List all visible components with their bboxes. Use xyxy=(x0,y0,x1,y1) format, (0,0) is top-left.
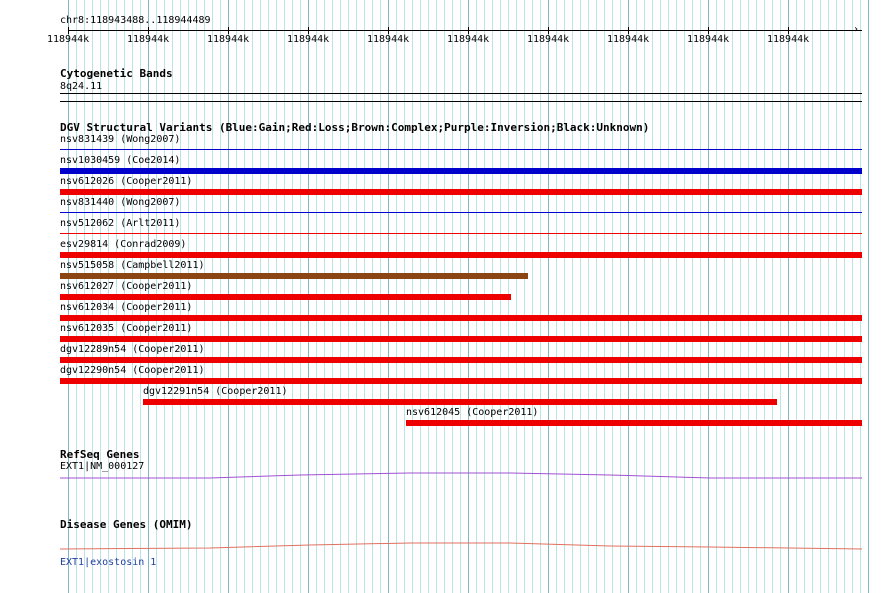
dgv-feature-bar[interactable] xyxy=(60,189,862,195)
dgv-feature-label[interactable]: nsv1030459 (Coe2014) xyxy=(60,155,180,166)
dgv-feature-label[interactable]: nsv612027 (Cooper2011) xyxy=(60,281,192,292)
ruler-tick-label: 118944k xyxy=(687,34,730,45)
ruler-tick xyxy=(388,27,389,34)
ruler-tick xyxy=(628,27,629,34)
ruler-tick xyxy=(468,27,469,34)
dgv-feature-bar[interactable] xyxy=(60,378,862,384)
dgv-feature-label[interactable]: dgv12291n54 (Cooper2011) xyxy=(143,386,288,397)
ruler-tick xyxy=(308,27,309,34)
dgv-feature-bar[interactable] xyxy=(406,420,862,426)
ruler-tick xyxy=(68,27,69,34)
dgv-feature-label[interactable]: dgv12289n54 (Cooper2011) xyxy=(60,344,205,355)
ruler-tick xyxy=(788,27,789,34)
dgv-feature-label[interactable]: nsv612035 (Cooper2011) xyxy=(60,323,192,334)
ruler-tick-label: 118944k xyxy=(607,34,650,45)
dgv-feature-bar[interactable] xyxy=(60,168,862,174)
ruler-tick-label: 118944k xyxy=(287,34,330,45)
dgv-feature-bar[interactable] xyxy=(60,252,862,258)
ruler-tick xyxy=(548,27,549,34)
dgv-feature-label[interactable]: nsv831440 (Wong2007) xyxy=(60,197,180,208)
omim-track-title: Disease Genes (OMIM) xyxy=(60,518,193,531)
ruler-tick-label: 118944k xyxy=(47,34,90,45)
ruler-tick xyxy=(148,27,149,34)
dgv-feature-bar[interactable] xyxy=(60,212,862,213)
dgv-feature-label[interactable]: nsv512062 (Arlt2011) xyxy=(60,218,180,229)
dgv-feature-bar[interactable] xyxy=(60,273,528,279)
ruler-tick xyxy=(708,27,709,34)
dgv-feature-label[interactable]: nsv831439 (Wong2007) xyxy=(60,134,180,145)
dgv-feature-label[interactable]: nsv515058 (Campbell2011) xyxy=(60,260,205,271)
ruler-tick-label: 118944k xyxy=(207,34,250,45)
ruler-tick-label: 118944k xyxy=(367,34,410,45)
omim-gene-link[interactable]: EXT1|exostosin 1 xyxy=(60,557,156,568)
dgv-feature-label[interactable]: nsv612034 (Cooper2011) xyxy=(60,302,192,313)
dgv-feature-bar[interactable] xyxy=(60,336,862,342)
dgv-feature-bar[interactable] xyxy=(60,315,862,321)
dgv-track-title: DGV Structural Variants (Blue:Gain;Red:L… xyxy=(60,121,650,134)
dgv-feature-bar[interactable] xyxy=(60,357,862,363)
ruler-tick-label: 118944k xyxy=(527,34,570,45)
refseq-track-title: RefSeq Genes xyxy=(60,448,140,461)
dgv-feature-label[interactable]: dgv12290n54 (Cooper2011) xyxy=(60,365,205,376)
dgv-feature-label[interactable]: nsv612026 (Cooper2011) xyxy=(60,176,192,187)
dgv-feature-label[interactable]: esv29814 (Conrad2009) xyxy=(60,239,186,250)
location-label: chr8:118943488..118944489 xyxy=(60,15,211,26)
dgv-feature-bar[interactable] xyxy=(60,294,511,300)
omim-gene-model[interactable] xyxy=(0,538,890,554)
dgv-feature-label[interactable]: nsv612045 (Cooper2011) xyxy=(406,407,538,418)
dgv-feature-bar[interactable] xyxy=(60,149,862,150)
cytoband-line[interactable] xyxy=(60,93,862,94)
ruler-axis xyxy=(68,30,862,31)
ruler-arrow-icon: › xyxy=(853,24,860,35)
cytoband-divider xyxy=(60,101,862,102)
dgv-feature-bar[interactable] xyxy=(143,399,777,405)
ruler-tick-label: 118944k xyxy=(127,34,170,45)
dgv-feature-bar[interactable] xyxy=(60,233,862,234)
cytoband-track-title: Cytogenetic Bands xyxy=(60,67,173,80)
cytoband-label[interactable]: 8q24.11 xyxy=(60,81,102,92)
ruler-tick-label: 118944k xyxy=(767,34,810,45)
refseq-gene-model[interactable] xyxy=(0,466,890,482)
ruler-tick-label: 118944k xyxy=(447,34,490,45)
ruler-tick xyxy=(228,27,229,34)
